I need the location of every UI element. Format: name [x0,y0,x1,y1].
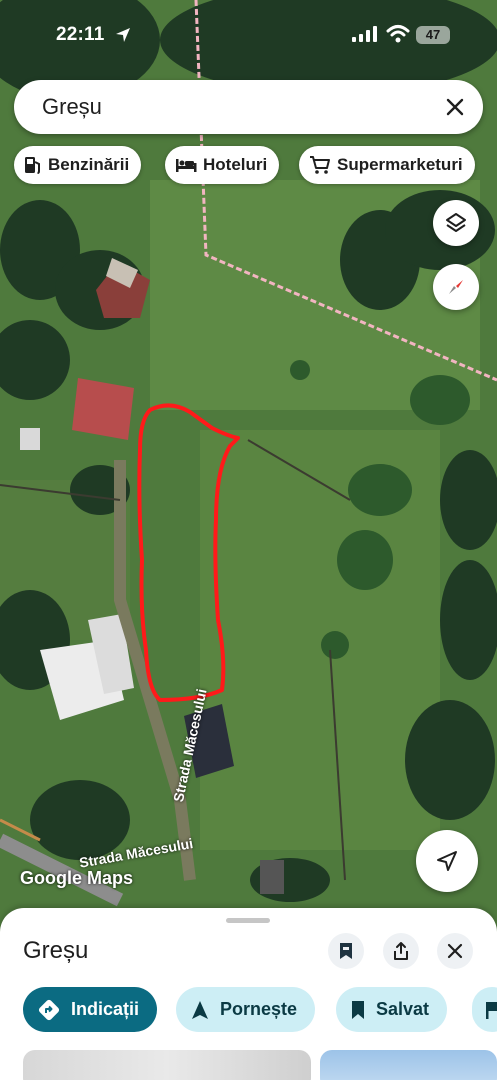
directions-icon [38,999,60,1020]
drag-handle[interactable] [226,918,270,923]
status-bar: 22:11 47 [0,18,497,54]
chip-gas-stations[interactable]: Benzinării [14,146,142,184]
start-label: Pornește [220,999,298,1019]
share-icon [394,942,408,960]
navigation-icon [437,851,457,871]
close-icon [447,943,463,959]
photo-thumbnail[interactable] [23,1050,311,1080]
search-query[interactable]: Greșu [42,94,102,120]
layers-button[interactable] [433,200,479,246]
chip-label: Supermarketuri [337,155,463,174]
status-time: 22:11 [56,24,105,45]
battery-icon: 47 [416,26,450,44]
save-label: Salvat [376,999,430,1019]
cellular-signal-icon [352,26,377,42]
google-maps-watermark: Google Maps [20,868,134,888]
search-bar[interactable]: Greșu [14,80,483,134]
saved-button[interactable] [328,933,364,969]
bed-icon [176,159,197,172]
wifi-icon [386,25,410,43]
location-arrow-icon [116,28,130,42]
chip-label: Hoteluri [203,155,268,174]
close-icon[interactable] [443,95,467,119]
share-button[interactable] [383,933,419,969]
directions-button[interactable]: Indicații [23,987,158,1032]
chip-supermarkets[interactable]: Supermarketuri [299,146,475,184]
start-button[interactable]: Pornește [176,987,316,1032]
directions-label: Indicații [71,999,140,1019]
place-title: Greșu [23,937,89,964]
shopping-cart-icon [310,156,330,174]
close-sheet-button[interactable] [437,933,473,969]
my-location-button[interactable] [416,830,478,892]
chip-hotels[interactable]: Hoteluri [165,146,280,184]
bookmark-filled-icon [340,943,352,959]
bookmark-icon [352,1000,364,1019]
battery-level: 47 [425,27,441,42]
save-button[interactable]: Salvat [336,987,448,1032]
layers-icon [446,213,466,232]
photo-thumbnail[interactable] [320,1050,497,1080]
compass-icon [449,280,463,294]
place-sheet[interactable]: Greșu Indicații Pornește Salvat [0,908,497,1080]
gas-station-icon [25,157,40,174]
more-actions-button[interactable] [472,987,497,1032]
flag-icon [486,1001,497,1019]
compass-button[interactable] [433,264,479,310]
chip-label: Benzinării [48,155,130,174]
navigation-arrow-icon [192,1000,208,1019]
